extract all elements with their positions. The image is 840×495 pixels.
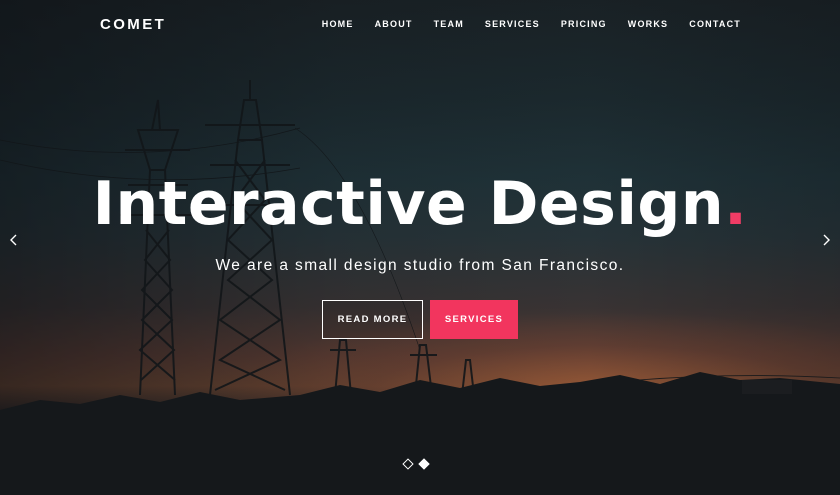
power-lines-background-image: [0, 80, 840, 495]
hero-tagline: We are a small design studio from San Fr…: [215, 257, 625, 274]
services-button[interactable]: SERVICES: [430, 300, 518, 339]
nav-item-team[interactable]: TEAM: [434, 19, 464, 29]
read-more-button[interactable]: READ MORE: [322, 300, 423, 339]
next-slide-button[interactable]: [818, 231, 834, 249]
nav-item-about[interactable]: ABOUT: [375, 19, 413, 29]
main-nav: HOME ABOUT TEAM SERVICES PRICING WORKS C…: [301, 19, 741, 29]
slide-dot-1[interactable]: [402, 458, 414, 470]
nav-item-pricing[interactable]: PRICING: [561, 19, 607, 29]
brand-logo[interactable]: COMET: [100, 16, 166, 33]
headline-accent-dot: .: [724, 169, 748, 239]
nav-item-contact[interactable]: CONTACT: [689, 19, 741, 29]
nav-item-works[interactable]: WORKS: [628, 19, 669, 29]
hero-headline-text: Interactive Design: [92, 169, 725, 239]
slide-dot-2-active[interactable]: [418, 458, 430, 470]
slide-pagination: [402, 458, 430, 470]
nav-item-services[interactable]: SERVICES: [485, 19, 540, 29]
hero-headline: Interactive Design.: [0, 168, 840, 240]
hero-slider: [0, 0, 840, 495]
chevron-right-icon: [823, 234, 830, 246]
chevron-left-icon: [10, 234, 17, 246]
nav-item-home[interactable]: HOME: [322, 19, 354, 29]
prev-slide-button[interactable]: [6, 231, 22, 249]
